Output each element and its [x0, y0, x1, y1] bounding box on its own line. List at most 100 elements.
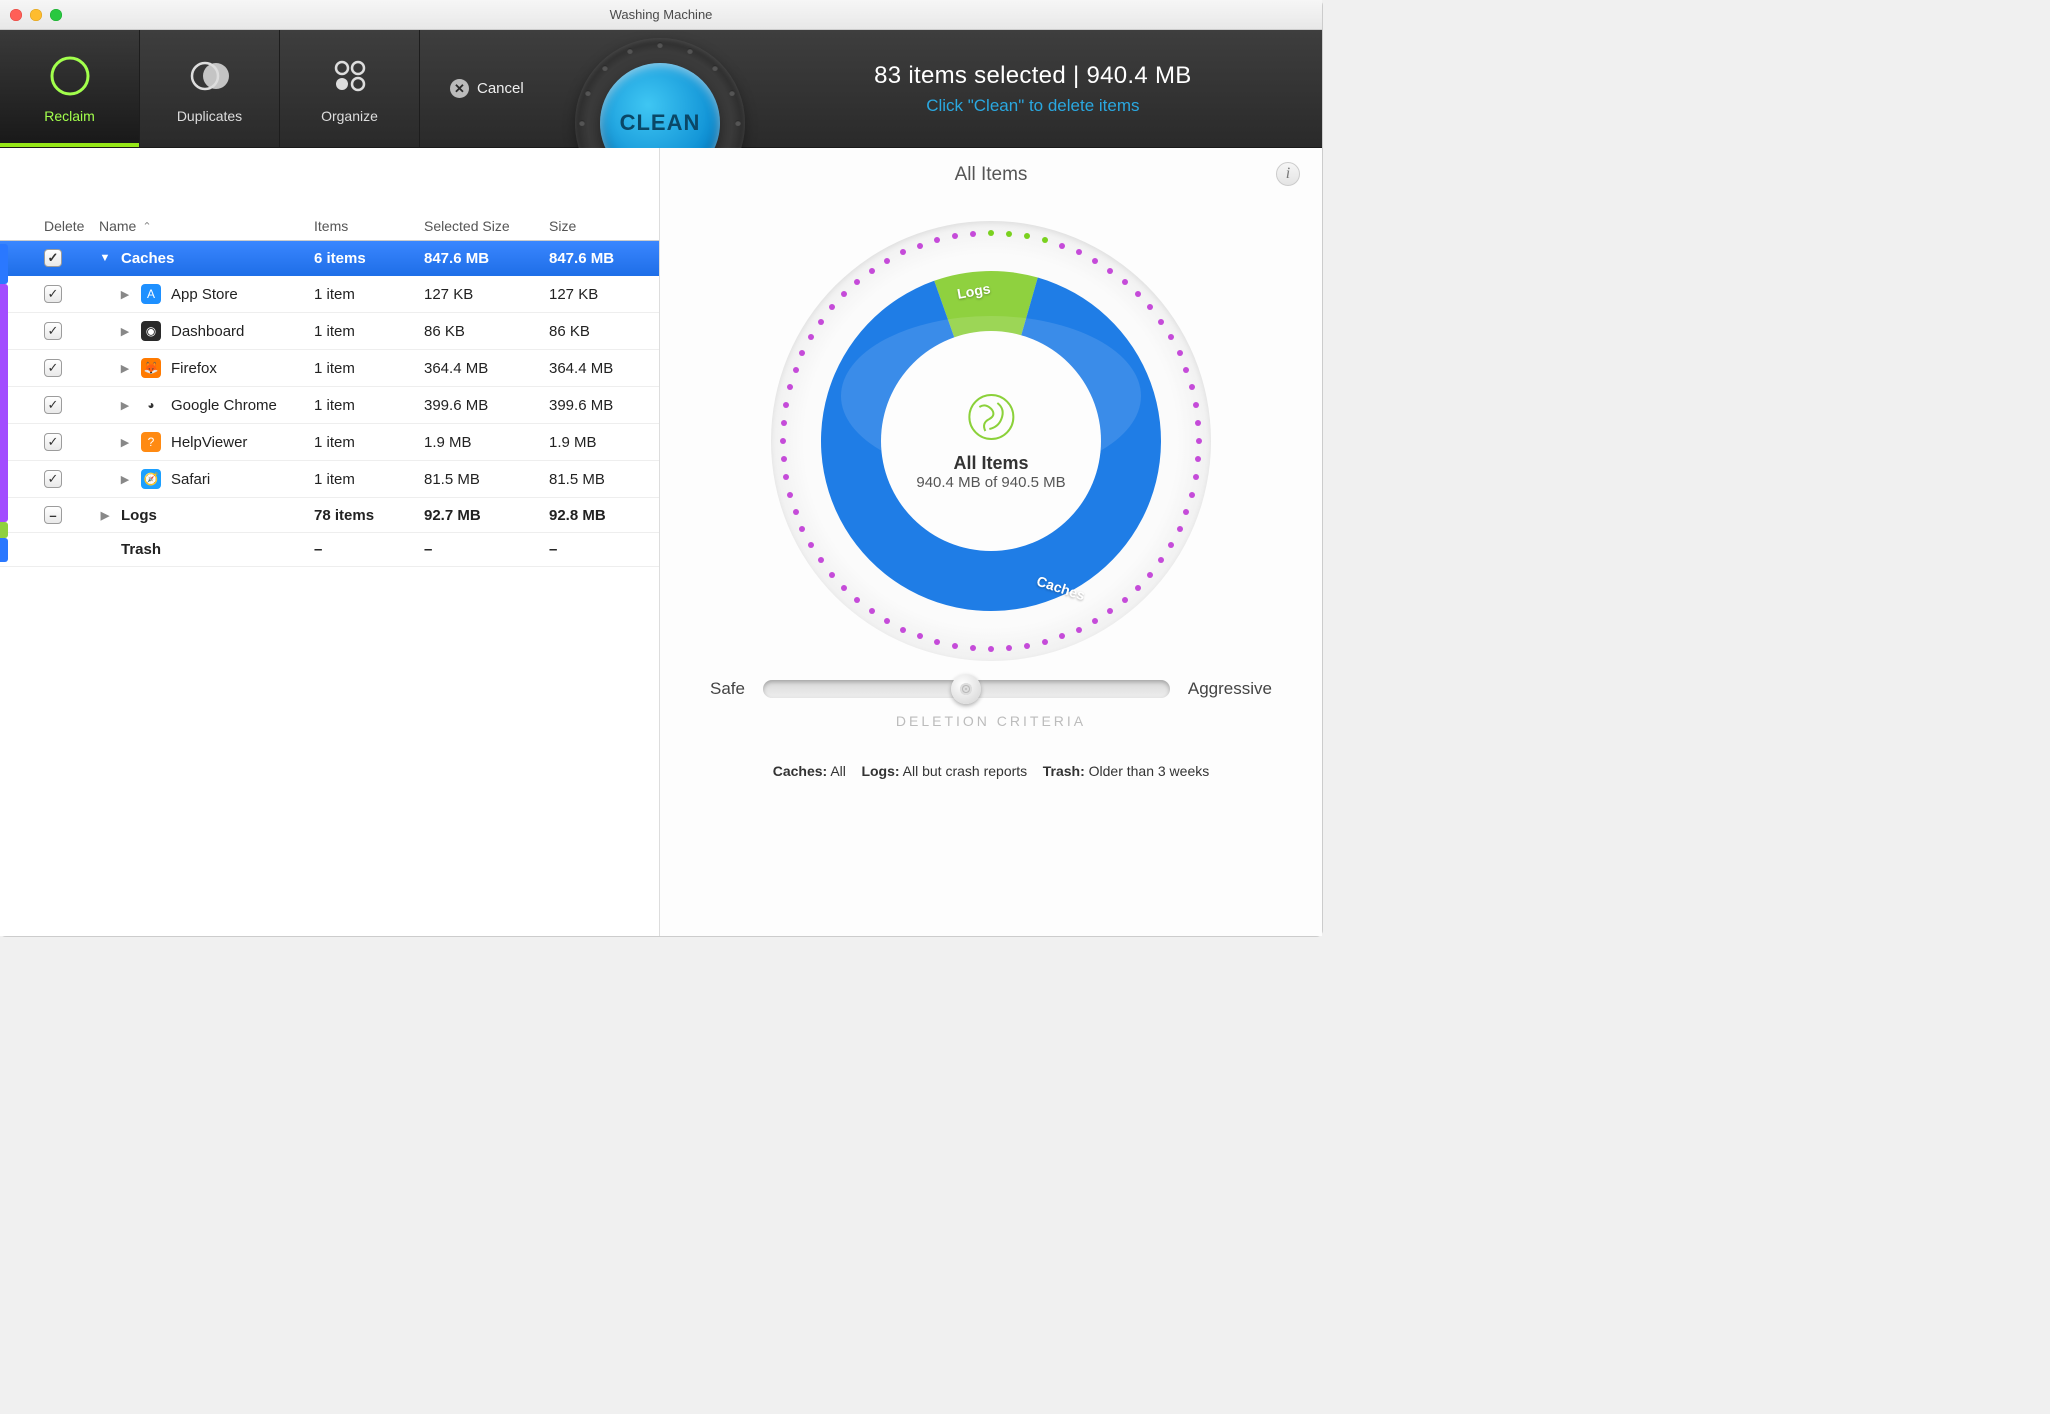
info-button[interactable]: i	[1276, 162, 1300, 186]
cell-ssize: –	[424, 541, 549, 558]
group-row[interactable]: Trash–––	[0, 533, 659, 567]
delete-checkbox[interactable]: ✓	[44, 249, 62, 267]
col-name[interactable]: Name ⌃	[99, 218, 314, 234]
chevron-down-icon[interactable]: ▼	[99, 252, 111, 264]
chevron-right-icon[interactable]: ▶	[99, 509, 111, 522]
cell-ssize: 81.5 MB	[424, 471, 549, 488]
category-indicator	[0, 538, 8, 562]
summary-sub: Click "Clean" to delete items	[926, 96, 1139, 116]
tab-label: Duplicates	[177, 108, 242, 124]
chevron-right-icon[interactable]: ▶	[119, 325, 131, 338]
slider-label-safe: Safe	[710, 679, 745, 699]
cell-ssize: 1.9 MB	[424, 434, 549, 451]
group-row[interactable]: – ▶ Logs 78 items92.7 MB92.8 MB	[0, 498, 659, 533]
delete-checkbox[interactable]: ✓	[44, 470, 62, 488]
chevron-right-icon[interactable]: ▶	[119, 362, 131, 375]
delete-checkbox[interactable]: ✓	[44, 359, 62, 377]
right-panel: All Items i Logs Caches All	[660, 148, 1322, 936]
cell-items: 1 item	[314, 397, 424, 414]
cell-size: 364.4 MB	[549, 360, 649, 377]
grid-dots-icon	[328, 54, 372, 98]
app-icon: 🧭	[141, 469, 161, 489]
table-row[interactable]: ✓▶◉Dashboard1 item86 KB86 KB	[0, 313, 659, 350]
app-icon: 🦊	[141, 358, 161, 378]
slider-label-aggressive: Aggressive	[1188, 679, 1272, 699]
cell-items: 1 item	[314, 323, 424, 340]
tab-organize[interactable]: Organize	[280, 30, 420, 147]
chevron-right-icon[interactable]: ▶	[119, 288, 131, 301]
group-row[interactable]: ✓▼Caches6 items847.6 MB847.6 MB	[0, 241, 659, 276]
deletion-slider[interactable]	[763, 680, 1170, 698]
summary-area: 83 items selected | 940.4 MB Click "Clea…	[744, 30, 1322, 147]
app-icon: A	[141, 284, 161, 304]
col-size[interactable]: Size	[549, 218, 649, 234]
row-name: Firefox	[171, 360, 217, 377]
category-indicator	[0, 244, 8, 284]
cell-size: 92.8 MB	[549, 507, 649, 524]
cell-items: 6 items	[314, 250, 424, 267]
donut-center-title: All Items	[916, 453, 1065, 474]
titlebar: Washing Machine	[0, 0, 1322, 30]
summary-title: 83 items selected | 940.4 MB	[874, 62, 1191, 90]
slider-knob[interactable]	[951, 674, 981, 704]
chevron-right-icon[interactable]: ▶	[119, 399, 131, 412]
delete-checkbox[interactable]: ✓	[44, 396, 62, 414]
cell-size: 1.9 MB	[549, 434, 649, 451]
cell-size: 399.6 MB	[549, 397, 649, 414]
cancel-button[interactable]: ✕ Cancel	[420, 30, 554, 147]
cell-ssize: 847.6 MB	[424, 250, 549, 267]
row-name: Safari	[171, 471, 210, 488]
table-row[interactable]: ✓▶🦊Firefox1 item364.4 MB364.4 MB	[0, 350, 659, 387]
tab-duplicates[interactable]: Duplicates	[140, 30, 280, 147]
cell-ssize: 364.4 MB	[424, 360, 549, 377]
sort-asc-icon: ⌃	[142, 220, 151, 233]
table-row[interactable]: ✓▶?HelpViewer1 item1.9 MB1.9 MB	[0, 424, 659, 461]
cell-ssize: 127 KB	[424, 286, 549, 303]
row-name: Logs	[121, 507, 157, 524]
app-icon: ◉	[141, 321, 161, 341]
row-name: App Store	[171, 286, 238, 303]
globe-icon	[965, 391, 1017, 443]
cell-ssize: 92.7 MB	[424, 507, 549, 524]
cancel-icon: ✕	[450, 79, 469, 98]
overlap-circles-icon	[188, 54, 232, 98]
chevron-right-icon[interactable]: ▶	[119, 473, 131, 486]
cell-items: 1 item	[314, 286, 424, 303]
row-name: HelpViewer	[171, 434, 247, 451]
cancel-label: Cancel	[477, 80, 524, 97]
delete-checkbox[interactable]: ✓	[44, 285, 62, 303]
delete-checkbox[interactable]: ✓	[44, 433, 62, 451]
cell-size: 86 KB	[549, 323, 649, 340]
main: Delete Name ⌃ Items Selected Size Size ✓…	[0, 148, 1322, 936]
table-row[interactable]: ✓▶🧭Safari1 item81.5 MB81.5 MB	[0, 461, 659, 498]
delete-checkbox[interactable]: –	[44, 506, 62, 524]
app-icon: ◕	[141, 395, 161, 415]
category-indicator	[0, 284, 8, 522]
cell-items: 78 items	[314, 507, 424, 524]
cell-size: 847.6 MB	[549, 250, 649, 267]
category-indicator	[0, 522, 8, 538]
tab-reclaim[interactable]: Reclaim	[0, 30, 140, 147]
moon-icon	[48, 54, 92, 98]
row-name: Dashboard	[171, 323, 244, 340]
cell-size: –	[549, 541, 649, 558]
deletion-slider-row: Safe Aggressive	[710, 679, 1272, 699]
row-name: Trash	[121, 541, 161, 558]
cell-size: 127 KB	[549, 286, 649, 303]
table-row[interactable]: ✓▶AApp Store1 item127 KB127 KB	[0, 276, 659, 313]
criteria-heading: DELETION CRITERIA	[690, 713, 1292, 729]
donut-chart: Logs Caches All Items 940.4 MB of 940.5 …	[771, 221, 1211, 661]
row-name: Google Chrome	[171, 397, 277, 414]
table-row[interactable]: ✓▶◕Google Chrome1 item399.6 MB399.6 MB	[0, 387, 659, 424]
cell-ssize: 86 KB	[424, 323, 549, 340]
table-header: Delete Name ⌃ Items Selected Size Size	[0, 218, 659, 241]
app-icon: ?	[141, 432, 161, 452]
tab-label: Organize	[321, 108, 378, 124]
col-items[interactable]: Items	[314, 218, 424, 234]
col-selected-size[interactable]: Selected Size	[424, 218, 549, 234]
col-delete[interactable]: Delete	[44, 218, 99, 234]
chevron-right-icon[interactable]: ▶	[119, 436, 131, 449]
item-table: Delete Name ⌃ Items Selected Size Size ✓…	[0, 148, 660, 936]
delete-checkbox[interactable]: ✓	[44, 322, 62, 340]
cell-ssize: 399.6 MB	[424, 397, 549, 414]
